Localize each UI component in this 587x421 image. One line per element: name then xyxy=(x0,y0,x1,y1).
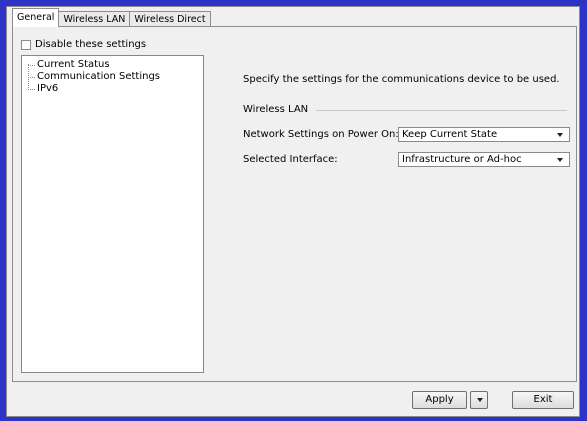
selected-interface-label: Selected Interface: xyxy=(243,154,338,165)
chevron-down-icon xyxy=(557,133,563,137)
selected-interface-select[interactable]: Infrastructure or Ad-hoc xyxy=(398,152,570,167)
network-settings-label: Network Settings on Power On: xyxy=(243,129,399,140)
apply-dropdown-button[interactable] xyxy=(470,391,488,409)
tree-branch-line xyxy=(28,77,35,78)
tree-item-label: IPv6 xyxy=(37,83,59,94)
settings-content: Specify the settings for the communicati… xyxy=(216,27,571,327)
tree-item-label: Current Status xyxy=(37,59,110,70)
settings-tree: Current Status Communication Settings IP… xyxy=(21,55,204,373)
checkbox-box[interactable] xyxy=(21,39,31,50)
chevron-down-icon xyxy=(477,398,483,402)
tab-wireless-direct[interactable]: Wireless Direct xyxy=(129,11,211,27)
general-tab-panel: Disable these settings Current Status Co… xyxy=(12,26,577,382)
apply-button[interactable]: Apply xyxy=(412,391,467,409)
disable-settings-label: Disable these settings xyxy=(35,39,147,50)
selected-interface-value: Infrastructure or Ad-hoc xyxy=(402,154,522,165)
wireless-lan-group-label: Wireless LAN xyxy=(243,104,309,115)
disable-settings-checkbox[interactable]: Disable these settings xyxy=(21,39,146,50)
tree-item-ipv6[interactable]: IPv6 xyxy=(28,82,58,95)
settings-window: General Wireless LAN Wireless Direct Dis… xyxy=(6,6,580,417)
exit-button[interactable]: Exit xyxy=(512,391,574,409)
network-settings-value: Keep Current State xyxy=(402,129,498,140)
tree-branch-line xyxy=(28,65,35,66)
tab-general[interactable]: General xyxy=(12,8,60,27)
settings-description: Specify the settings for the communicati… xyxy=(243,74,560,85)
tab-bar: General Wireless LAN Wireless Direct xyxy=(12,8,211,27)
tab-wireless-lan[interactable]: Wireless LAN xyxy=(58,11,131,27)
chevron-down-icon xyxy=(557,158,563,162)
tree-branch-line xyxy=(28,89,35,90)
tree-item-label: Communication Settings xyxy=(37,71,161,82)
group-divider xyxy=(316,110,567,111)
network-settings-select[interactable]: Keep Current State xyxy=(398,127,570,142)
